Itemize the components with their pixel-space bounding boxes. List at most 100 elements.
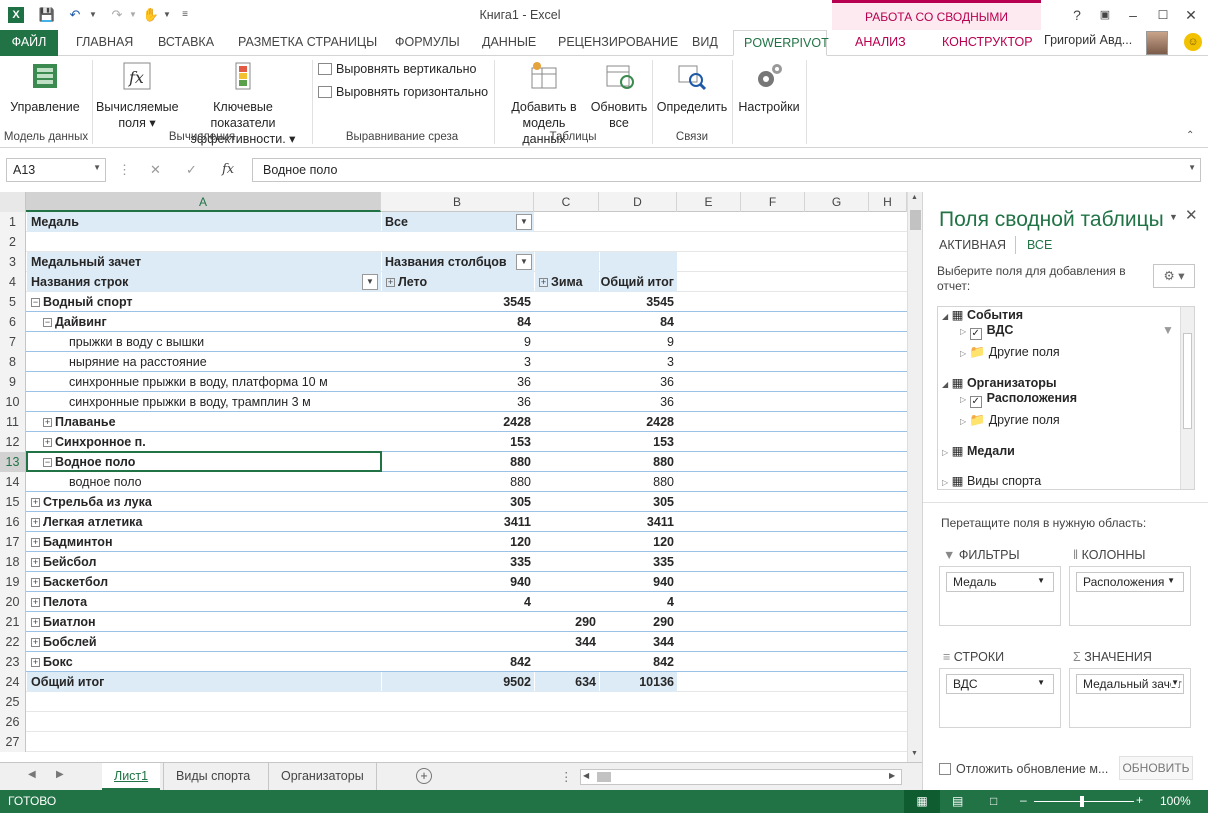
filter-field-medal[interactable]: Медаль ▼ (946, 572, 1054, 592)
row-header[interactable]: 18 (0, 552, 26, 572)
cell-d21[interactable]: 290 (600, 612, 677, 632)
cell-d12[interactable]: 153 (600, 432, 677, 452)
align-horizontal-button[interactable]: Выровнять горизонтально (318, 85, 488, 99)
expand-icon[interactable]: + (43, 438, 52, 447)
manage-button[interactable]: Управление (6, 60, 84, 115)
expand-formula-icon[interactable]: ▼ (1188, 163, 1196, 172)
worksheet-grid[interactable]: ABCDEFGH 1 Медаль Все ▼ 2 3 Медальный зачет Наз… (0, 192, 907, 762)
cell-b1[interactable]: Все (382, 212, 534, 232)
ribbon-display-icon[interactable]: ▣ (1094, 5, 1116, 25)
row-header[interactable]: 10 (0, 392, 26, 412)
cell-a18[interactable]: + Бейсбол (27, 552, 381, 572)
row-header[interactable]: 24 (0, 672, 26, 692)
collapse-ribbon-icon[interactable]: ⌃ (1186, 130, 1194, 141)
row-header[interactable]: 3 (0, 252, 26, 272)
cell-c20[interactable] (535, 592, 599, 612)
tab-design[interactable]: КОНСТРУКТОР (932, 30, 1043, 56)
scroll-thumb[interactable] (910, 210, 921, 230)
chevron-down-icon[interactable]: ▼ (1167, 576, 1175, 585)
cell-d24[interactable]: 10136 (600, 672, 677, 692)
expand-icon[interactable]: ▷ (942, 448, 948, 457)
field-other-2[interactable]: ▷ 📁 Другие поля (960, 413, 1060, 428)
cell-d26[interactable] (600, 712, 677, 732)
sheet-tab-organizers[interactable]: Организаторы (268, 763, 377, 790)
row-header[interactable]: 8 (0, 352, 26, 372)
name-box[interactable]: A13 ▼ (6, 158, 106, 182)
select-all-corner[interactable] (0, 192, 26, 212)
field-group-organizers[interactable]: ◢ ▦ Организаторы (942, 375, 1057, 390)
cell-a4[interactable]: Названия строк (27, 272, 381, 292)
cell-a19[interactable]: + Баскетбол (27, 572, 381, 592)
expand-icon[interactable]: + (31, 498, 40, 507)
row-header[interactable]: 21 (0, 612, 26, 632)
cell-d20[interactable]: 4 (600, 592, 677, 612)
cell-c13[interactable] (535, 452, 599, 472)
cell-c10[interactable] (535, 392, 599, 412)
tab-formulas[interactable]: ФОРМУЛЫ (385, 30, 470, 56)
cell-a11[interactable]: + Плаванье (27, 412, 381, 432)
cell-a2[interactable] (27, 232, 381, 252)
undo-icon[interactable]: ↶ (66, 6, 84, 24)
cell-d18[interactable]: 335 (600, 552, 677, 572)
cell-d3[interactable] (600, 252, 677, 272)
row-header[interactable]: 26 (0, 712, 26, 732)
cell-b20[interactable]: 4 (382, 592, 534, 612)
column-header-c[interactable]: C (534, 192, 599, 212)
expand-icon[interactable]: ▷ (960, 327, 966, 336)
sheet-tab-sports[interactable]: Виды спорта (163, 763, 262, 790)
collapse-icon[interactable]: − (43, 458, 52, 467)
cell-d5[interactable]: 3545 (600, 292, 677, 312)
row-header[interactable]: 19 (0, 572, 26, 592)
chevron-down-icon[interactable]: ▼ (1037, 678, 1045, 687)
cell-a9[interactable]: синхронные прыжки в воду, платформа 10 м (27, 372, 381, 392)
cell-d13[interactable]: 880 (600, 452, 677, 472)
detect-button[interactable]: Определить (656, 60, 728, 115)
update-button[interactable]: ОБНОВИТЬ (1119, 756, 1193, 780)
field-list-scroll-thumb[interactable] (1183, 333, 1192, 429)
defer-update-checkbox[interactable]: Отложить обновление м... (939, 762, 1108, 776)
cell-b25[interactable] (382, 692, 534, 712)
cell-c9[interactable] (535, 372, 599, 392)
values-area[interactable]: Медальный зачет ▼ (1069, 668, 1191, 728)
cell-a17[interactable]: + Бадминтон (27, 532, 381, 552)
collapse-icon[interactable]: − (31, 298, 40, 307)
column-header-g[interactable]: G (805, 192, 869, 212)
zoom-slider-thumb[interactable] (1080, 796, 1084, 807)
cell-a10[interactable]: синхронные прыжки в воду, трамплин 3 м (27, 392, 381, 412)
columns-area[interactable]: Расположения ▼ (1069, 566, 1191, 626)
cell-c1[interactable] (535, 212, 599, 232)
cell-a23[interactable]: + Бокс (27, 652, 381, 672)
cell-c16[interactable] (535, 512, 599, 532)
formula-input[interactable]: Водное поло ▼ (252, 158, 1201, 182)
cell-c3[interactable] (535, 252, 599, 272)
minimize-icon[interactable]: – (1122, 5, 1144, 25)
row-header[interactable]: 16 (0, 512, 26, 532)
cell-a21[interactable]: + Биатлон (27, 612, 381, 632)
filters-area[interactable]: Медаль ▼ (939, 566, 1061, 626)
cell-b7[interactable]: 9 (382, 332, 534, 352)
cell-a7[interactable]: прыжки в воду с вышки (27, 332, 381, 352)
cell-b5[interactable]: 3545 (382, 292, 534, 312)
tab-insert[interactable]: ВСТАВКА (148, 30, 224, 56)
row-header[interactable]: 15 (0, 492, 26, 512)
enter-icon[interactable]: ✓ (186, 162, 197, 178)
row-header[interactable]: 7 (0, 332, 26, 352)
tab-review[interactable]: РЕЦЕНЗИРОВАНИЕ (548, 30, 688, 56)
row-header[interactable]: 6 (0, 312, 26, 332)
collapse-icon[interactable]: ◢ (942, 312, 948, 321)
row-header[interactable]: 11 (0, 412, 26, 432)
field-vds[interactable]: ▷ ✓ ВДС (960, 323, 1013, 340)
tab-file[interactable]: ФАЙЛ (0, 30, 58, 56)
tab-all-fields[interactable]: ВСЕ (1027, 238, 1052, 252)
expand-icon[interactable]: + (539, 278, 548, 287)
cell-b12[interactable]: 153 (382, 432, 534, 452)
page-break-icon[interactable]: □ (990, 794, 997, 808)
cell-a8[interactable]: ныряние на расстояние (27, 352, 381, 372)
field-group-events[interactable]: ◢ ▦ События (942, 307, 1023, 322)
cell-b22[interactable] (382, 632, 534, 652)
page-layout-icon[interactable]: ▤ (952, 794, 963, 808)
scroll-up-icon[interactable]: ▲ (911, 194, 918, 201)
user-name[interactable]: Григорий Авд... (1044, 33, 1132, 47)
expand-icon[interactable]: ▷ (942, 478, 948, 487)
cell-d7[interactable]: 9 (600, 332, 677, 352)
